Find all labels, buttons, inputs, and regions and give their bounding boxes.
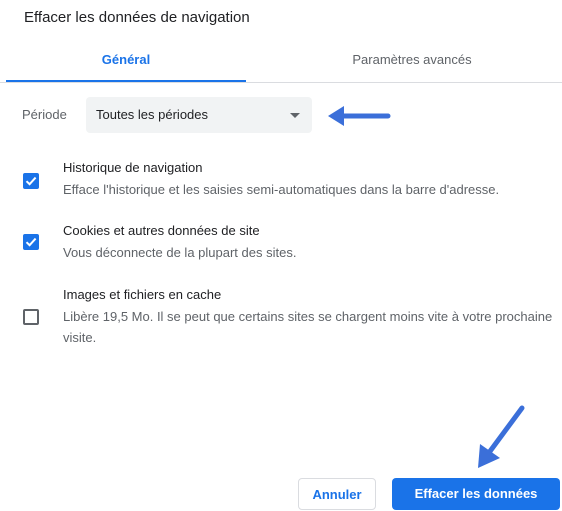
cancel-button[interactable]: Annuler <box>298 478 376 510</box>
check-icon <box>25 237 37 247</box>
option-description: Vous déconnecte de la plupart des sites. <box>63 245 297 260</box>
tab-advanced[interactable]: Paramètres avancés <box>292 44 532 80</box>
cache-checkbox[interactable] <box>23 309 39 325</box>
history-checkbox[interactable] <box>23 173 39 189</box>
clear-data-button[interactable]: Effacer les données <box>392 478 560 510</box>
check-icon <box>25 176 37 186</box>
option-title: Cookies et autres données de site <box>63 223 260 238</box>
annotation-arrow-icon <box>478 405 525 468</box>
option-description: Efface l'historique et les saisies semi-… <box>63 182 500 197</box>
option-description: Libère 19,5 Mo. Il se peut que certains … <box>63 309 553 345</box>
cookies-checkbox[interactable] <box>23 234 39 250</box>
tab-general[interactable]: Général <box>6 44 246 82</box>
option-title: Images et fichiers en cache <box>63 287 222 302</box>
period-select[interactable]: Toutes les périodes <box>86 97 312 133</box>
period-label: Période <box>22 107 67 122</box>
dialog-title: Effacer les données de navigation <box>24 9 250 26</box>
dropdown-caret-icon <box>290 113 300 118</box>
option-title: Historique de navigation <box>63 160 203 175</box>
annotation-arrow-icon <box>328 106 391 126</box>
tab-bar: Général Paramètres avancés <box>0 44 562 83</box>
period-select-value: Toutes les périodes <box>96 107 209 122</box>
